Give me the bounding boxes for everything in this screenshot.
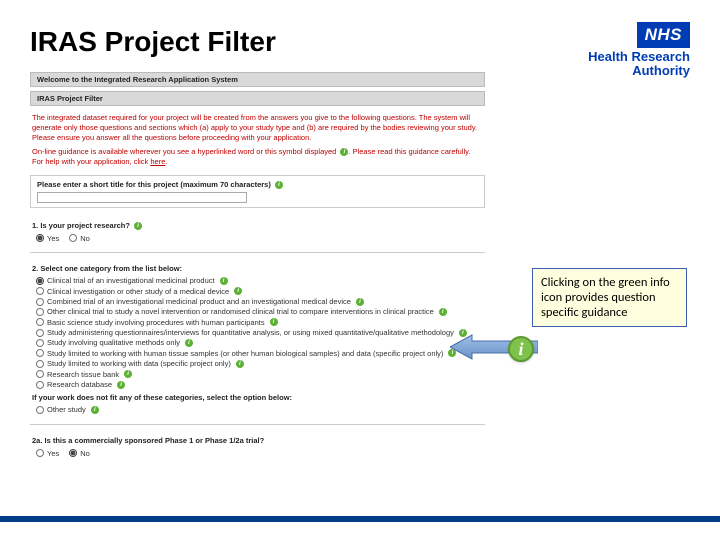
info-icon[interactable]: i xyxy=(448,349,456,357)
q2-opt[interactable]: Clinical trial of an investigational med… xyxy=(36,276,483,285)
big-info-icon: i xyxy=(508,336,534,362)
info-icon[interactable]: i xyxy=(134,222,142,230)
help-link[interactable]: here xyxy=(150,157,165,166)
info-icon[interactable]: i xyxy=(234,287,242,295)
info-icon[interactable]: i xyxy=(117,381,125,389)
q2-block: 2. Select one category from the list bel… xyxy=(30,257,485,420)
q1-block: 1. Is your project research? i Yes No xyxy=(30,214,485,248)
q2a-yes[interactable]: Yes xyxy=(36,449,59,458)
q2-opt[interactable]: Research databasei xyxy=(36,380,483,389)
info-icon[interactable]: i xyxy=(124,370,132,378)
q2-options: Clinical trial of an investigational med… xyxy=(32,276,483,389)
q2a-no[interactable]: No xyxy=(69,449,90,458)
q2a-block: 2a. Is this a commercially sponsored Pha… xyxy=(30,429,485,463)
info-icon[interactable]: i xyxy=(270,318,278,326)
page-title: IRAS Project Filter xyxy=(30,26,276,58)
callout-box: Clicking on the green info icon provides… xyxy=(532,268,687,327)
q2-opt[interactable]: Study administering questionnaires/inter… xyxy=(36,328,483,337)
intro-text-2: On-line guidance is available wherever y… xyxy=(30,144,485,169)
q2-opt[interactable]: Study limited to working with human tiss… xyxy=(36,349,483,358)
q2-none-note: If your work does not fit any of these c… xyxy=(32,393,483,402)
welcome-bar: Welcome to the Integrated Research Appli… xyxy=(30,72,485,87)
info-icon[interactable]: i xyxy=(459,329,467,337)
q2-opt[interactable]: Basic science study involving procedures… xyxy=(36,318,483,327)
info-icon[interactable]: i xyxy=(439,308,447,316)
info-icon[interactable]: i xyxy=(356,298,364,306)
short-title-input[interactable] xyxy=(37,192,247,203)
q2-opt[interactable]: Study involving qualitative methods only… xyxy=(36,338,483,347)
q2-other[interactable]: Other studyi xyxy=(36,405,483,414)
info-icon[interactable]: i xyxy=(275,181,283,189)
separator xyxy=(30,252,485,253)
footer-bar xyxy=(0,516,720,522)
q2-opt[interactable]: Clinical investigation or other study of… xyxy=(36,287,483,296)
q1-no[interactable]: No xyxy=(69,234,90,243)
hra-logo: NHS Health ResearchAuthority xyxy=(588,22,690,77)
separator xyxy=(30,424,485,425)
info-icon[interactable]: i xyxy=(91,406,99,414)
info-icon[interactable]: i xyxy=(236,360,244,368)
info-icon[interactable]: i xyxy=(220,277,228,285)
short-title-section: Please enter a short title for this proj… xyxy=(30,175,485,208)
q2a-head: 2a. Is this a commercially sponsored Pha… xyxy=(32,436,483,445)
q2-opt[interactable]: Study limited to working with data (spec… xyxy=(36,359,483,368)
intro-text-1: The integrated dataset required for your… xyxy=(30,110,485,144)
iras-panel: Welcome to the Integrated Research Appli… xyxy=(30,72,485,463)
q1-head: 1. Is your project research? i xyxy=(32,221,483,230)
short-title-label: Please enter a short title for this proj… xyxy=(37,180,271,189)
hra-text: Health ResearchAuthority xyxy=(588,50,690,77)
q1-yes[interactable]: Yes xyxy=(36,234,59,243)
filter-bar: IRAS Project Filter xyxy=(30,91,485,106)
q2-opt[interactable]: Research tissue banki xyxy=(36,370,483,379)
nhs-badge: NHS xyxy=(637,22,690,48)
info-icon[interactable]: i xyxy=(185,339,193,347)
q2-head: 2. Select one category from the list bel… xyxy=(32,264,483,273)
q2-opt[interactable]: Combined trial of an investigational med… xyxy=(36,297,483,306)
q2-opt[interactable]: Other clinical trial to study a novel in… xyxy=(36,307,483,316)
